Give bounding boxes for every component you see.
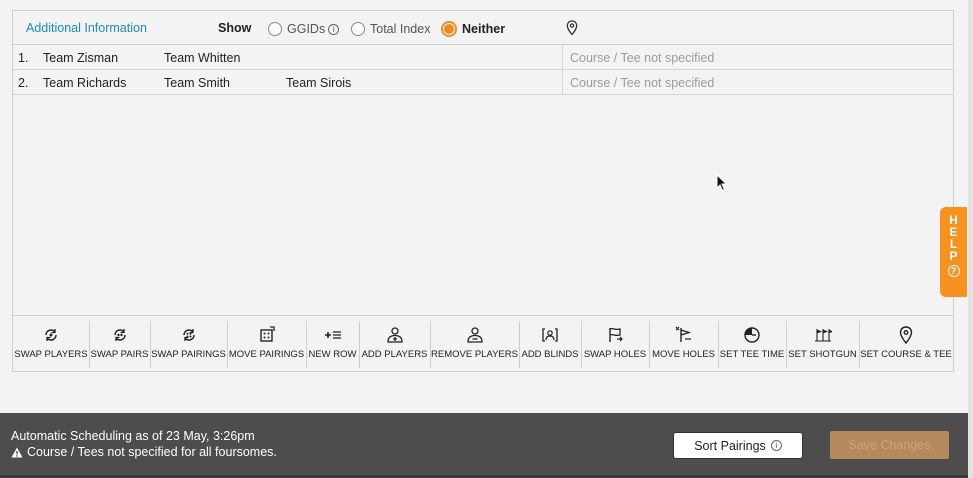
set-shotgun-button[interactable]: SET SHOTGUN [786,316,859,371]
sort-pairings-label: Sort Pairings [694,438,766,453]
help-tab[interactable]: H E L P ? [940,207,967,297]
mouse-cursor-icon [716,174,728,192]
row-number: 2. [18,76,29,90]
warning-message: Course / Tees not specified for all four… [11,445,277,459]
course-tee-cell[interactable]: Course / Tee not specified [562,70,954,94]
add-blinds-icon [542,328,558,342]
swap-players-button[interactable]: SWAP PLAYERS [13,316,89,371]
pairing-actions-toolbar: SWAP PLAYERS SWAP PAIRS SWAP PAIRINGS MO… [12,315,954,372]
set-tee-time-button[interactable]: SET TEE TIME [718,316,786,371]
radio-neither[interactable]: Neither [441,21,505,37]
course-pin-icon [899,326,913,344]
add-players-button[interactable]: ADD PLAYERS [359,316,430,371]
warning-icon [11,447,23,457]
radio-neither-label: Neither [462,22,506,36]
swap-pairings-icon [182,329,195,341]
new-row-button[interactable]: NEW ROW [306,316,359,371]
swap-pairs-button[interactable]: SWAP PAIRS [89,316,150,371]
swap-pairings-button[interactable]: SWAP PAIRINGS [150,316,227,371]
radio-circle[interactable] [268,22,282,36]
status-footer: Automatic Scheduling as of 23 May, 3:26p… [0,413,968,478]
swap-holes-button[interactable]: SWAP HOLES [581,316,649,371]
info-icon[interactable]: i [328,23,340,35]
tool-label: MOVE PAIRINGS [228,349,305,360]
tool-label: SET SHOTGUN [788,349,857,360]
tool-label: ADD BLINDS [521,349,579,360]
team-cell[interactable]: Team Whitten [164,51,240,65]
remove-players-button[interactable]: REMOVE PLAYERS [430,316,519,371]
pairings-app: Additional Information Show GGIDs i Tota… [0,0,973,478]
team-cell[interactable]: Team Sirois [286,76,351,90]
save-changes-label: Save Changes [848,438,931,452]
map-pin-icon[interactable] [566,20,578,36]
radio-ggids[interactable]: GGIDs i [268,21,340,37]
scrollbar-track[interactable] [968,0,973,478]
add-players-icon [386,327,403,343]
scheduling-status: Automatic Scheduling as of 23 May, 3:26p… [11,429,255,443]
question-icon: ? [947,265,960,277]
add-blinds-button[interactable]: ADD BLINDS [519,316,581,371]
tool-label: NEW ROW [308,349,357,360]
radio-ggids-label: GGIDs [287,22,326,36]
radio-circle[interactable] [351,22,365,36]
tool-label: SWAP PLAYERS [14,349,88,360]
display-options-bar: Additional Information Show GGIDs i Tota… [12,10,954,45]
shotgun-icon [814,329,832,342]
team-cell[interactable]: Team Richards [43,76,126,90]
tool-label: SWAP PAIRS [90,349,149,360]
move-holes-button[interactable]: MOVE HOLES [649,316,718,371]
tool-label: SWAP PAIRINGS [151,349,226,360]
pairing-row[interactable]: 1. Team Zisman Team Whitten Course / Tee… [13,45,953,70]
tool-label: SWAP HOLES [583,349,647,360]
pairings-table: 1. Team Zisman Team Whitten Course / Tee… [12,45,954,315]
course-tee-cell[interactable]: Course / Tee not specified [562,45,954,69]
row-number: 1. [18,51,29,65]
tool-label: ADD PLAYERS [361,349,428,360]
tool-label: SET TEE TIME [719,349,785,360]
info-icon: i [770,440,782,451]
move-holes-icon [675,326,691,342]
radio-circle-selected[interactable] [441,21,457,37]
save-changes-button[interactable]: Save Changes [830,431,949,459]
team-cell[interactable]: Team Zisman [43,51,118,65]
tool-label: SET COURSE & TEE [860,349,952,360]
pairing-row[interactable]: 2. Team Richards Team Smith Team Sirois … [13,70,953,95]
tee-time-icon [744,327,760,343]
move-pairings-icon [259,326,275,342]
warning-text: Course / Tees not specified for all four… [27,445,277,459]
move-pairings-button[interactable]: MOVE PAIRINGS [227,316,306,371]
team-cell[interactable]: Team Smith [164,76,230,90]
radio-total-index[interactable]: Total Index [351,21,430,37]
tool-label: MOVE HOLES [652,349,715,360]
additional-information-link[interactable]: Additional Information [26,21,147,35]
show-label: Show [218,21,252,35]
set-course-tee-button[interactable]: SET COURSE & TEE [859,316,953,371]
swap-pairs-icon [113,329,126,341]
swap-holes-icon [609,327,623,342]
help-letter: P [949,249,958,263]
radio-total-index-label: Total Index [370,22,431,36]
sort-pairings-button[interactable]: Sort Pairings i [673,432,803,459]
remove-players-icon [466,327,483,343]
swap-players-icon [45,329,57,341]
new-row-icon [324,331,341,339]
tool-label: REMOVE PLAYERS [431,349,518,360]
